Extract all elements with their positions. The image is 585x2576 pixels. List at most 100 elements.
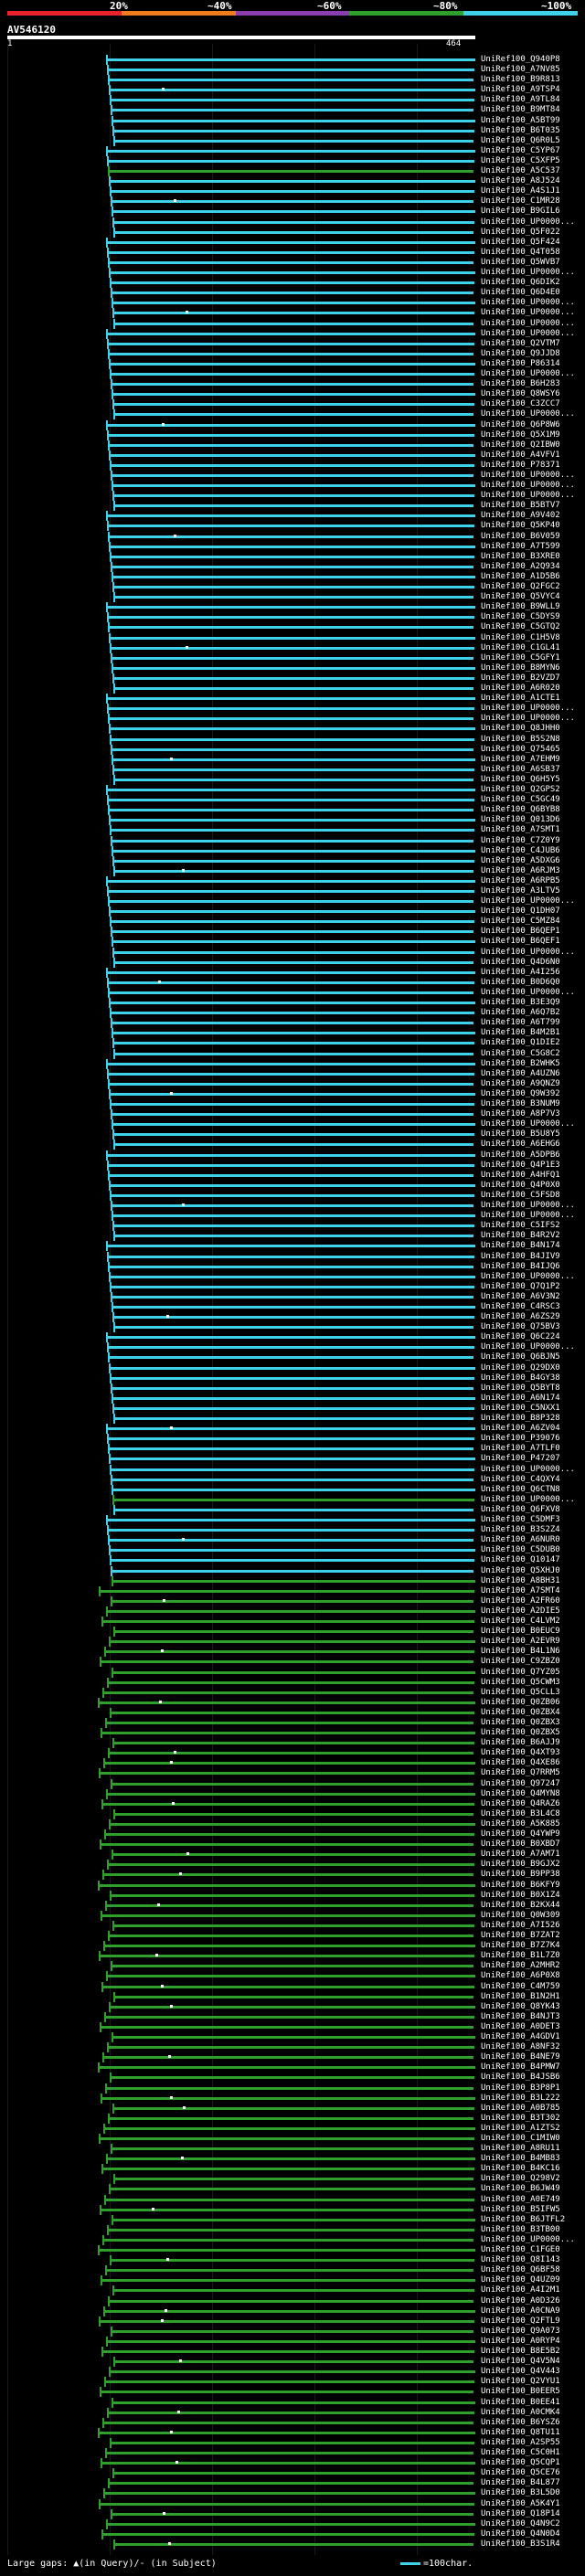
hit-label[interactable]: UniRef100_Q5XHJ0: [481, 1566, 583, 1576]
hit-row[interactable]: UniRef100_B6KFY9: [0, 1880, 585, 1891]
hit-label[interactable]: UniRef100_Q8JHH0: [481, 724, 583, 734]
hit-label[interactable]: UniRef100_Q8I143: [481, 2255, 583, 2265]
hit-label[interactable]: UniRef100_A4I256: [481, 968, 583, 978]
hit-row[interactable]: UniRef100_Q7YZ05: [0, 1667, 585, 1678]
hit-label[interactable]: UniRef100_B5S2N8: [481, 735, 583, 745]
hit-row[interactable]: UniRef100_B3NUM9: [0, 1099, 585, 1110]
hit-label[interactable]: UniRef100_B4IJQ6: [481, 1262, 583, 1272]
hit-row[interactable]: UniRef100_UP0000...: [0, 1201, 585, 1212]
hit-label[interactable]: UniRef100_Q9W392: [481, 1089, 583, 1099]
hit-row[interactable]: UniRef100_A9TL84: [0, 95, 585, 106]
hit-row[interactable]: UniRef100_B6JTFL2: [0, 2214, 585, 2225]
hit-label[interactable]: UniRef100_Q2VYU1: [481, 2377, 583, 2387]
hit-row[interactable]: UniRef100_C4JUB6: [0, 845, 585, 856]
hit-row[interactable]: UniRef100_A5DPB6: [0, 1150, 585, 1161]
hit-label[interactable]: UniRef100_A7TLF0: [481, 1444, 583, 1454]
hit-label[interactable]: UniRef100_A6RJM3: [481, 866, 583, 876]
hit-row[interactable]: UniRef100_Q8YK43: [0, 2001, 585, 2012]
hit-row[interactable]: UniRef100_Q6R0L5: [0, 135, 585, 146]
hit-row[interactable]: UniRef100_C4QXY4: [0, 1474, 585, 1485]
hit-label[interactable]: UniRef100_Q2VTM7: [481, 339, 583, 349]
hit-label[interactable]: UniRef100_B2VZD7: [481, 673, 583, 684]
hit-label[interactable]: UniRef100_C1FGE0: [481, 2245, 583, 2255]
hit-label[interactable]: UniRef100_B3P8P1: [481, 2083, 583, 2094]
hit-label[interactable]: UniRef100_A0CMK4: [481, 2408, 583, 2418]
hit-label[interactable]: UniRef100_B4R2V2: [481, 1231, 583, 1241]
hit-label[interactable]: UniRef100_B0EE41: [481, 2398, 583, 2408]
hit-row[interactable]: UniRef100_Q0ZBX5: [0, 1728, 585, 1739]
hit-label[interactable]: UniRef100_B6V059: [481, 532, 583, 542]
hit-row[interactable]: UniRef100_C1MIW0: [0, 2134, 585, 2144]
hit-label[interactable]: UniRef100_B6H283: [481, 379, 583, 389]
hit-row[interactable]: UniRef100_C4RSC3: [0, 1302, 585, 1312]
hit-label[interactable]: UniRef100_Q0W309: [481, 1911, 583, 1921]
hit-label[interactable]: UniRef100_C5DUB0: [481, 1545, 583, 1555]
hit-label[interactable]: UniRef100_B4NJT3: [481, 2012, 583, 2022]
hit-label[interactable]: UniRef100_B9PP38: [481, 1870, 583, 1880]
hit-label[interactable]: UniRef100_UP0000...: [481, 481, 583, 491]
hit-row[interactable]: UniRef100_Q2GPS2: [0, 785, 585, 796]
hit-label[interactable]: UniRef100_A4I2M1: [481, 2285, 583, 2295]
hit-label[interactable]: UniRef100_A6ZV04: [481, 1424, 583, 1434]
hit-label[interactable]: UniRef100_A4HFQ1: [481, 1171, 583, 1181]
hit-row[interactable]: UniRef100_Q29DX0: [0, 1362, 585, 1373]
hit-row[interactable]: UniRef100_Q75BV3: [0, 1322, 585, 1333]
hit-row[interactable]: UniRef100_P78371: [0, 460, 585, 471]
hit-row[interactable]: UniRef100_A5K885: [0, 1818, 585, 1829]
hit-label[interactable]: UniRef100_Q5X1M9: [481, 430, 583, 440]
hit-row[interactable]: UniRef100_C1H5V8: [0, 632, 585, 643]
hit-row[interactable]: UniRef100_C5G8C2: [0, 1048, 585, 1059]
hit-row[interactable]: UniRef100_Q6DIK2: [0, 278, 585, 289]
hit-row[interactable]: UniRef100_A6N174: [0, 1393, 585, 1404]
hit-label[interactable]: UniRef100_C5MZ84: [481, 917, 583, 927]
hit-row[interactable]: UniRef100_C4LVM2: [0, 1617, 585, 1627]
hit-row[interactable]: UniRef100_C7Z0Y9: [0, 835, 585, 846]
hit-row[interactable]: UniRef100_Q4RAZ6: [0, 1798, 585, 1809]
hit-row[interactable]: UniRef100_A4I2M1: [0, 2285, 585, 2296]
hit-row[interactable]: UniRef100_A5K4Y1: [0, 2498, 585, 2509]
hit-row[interactable]: UniRef100_B3T302: [0, 2113, 585, 2124]
hit-label[interactable]: UniRef100_P86314: [481, 359, 583, 369]
hit-label[interactable]: UniRef100_Q4MYN8: [481, 1789, 583, 1799]
hit-row[interactable]: UniRef100_B3TB00: [0, 2224, 585, 2235]
hit-row[interactable]: UniRef100_P86314: [0, 358, 585, 369]
hit-label[interactable]: UniRef100_UP0000...: [481, 1465, 583, 1475]
hit-label[interactable]: UniRef100_Q75BV3: [481, 1322, 583, 1332]
hit-row[interactable]: UniRef100_Q5F424: [0, 237, 585, 248]
hit-row[interactable]: UniRef100_B6QEF1: [0, 937, 585, 948]
hit-label[interactable]: UniRef100_Q6R0L5: [481, 136, 583, 146]
hit-label[interactable]: UniRef100_A6EHG6: [481, 1140, 583, 1150]
hit-label[interactable]: UniRef100_A7I526: [481, 1921, 583, 1931]
hit-label[interactable]: UniRef100_A6V3N2: [481, 1292, 583, 1302]
hit-label[interactable]: UniRef100_B3L4C8: [481, 1809, 583, 1819]
hit-row[interactable]: UniRef100_UP0000...: [0, 369, 585, 380]
hit-label[interactable]: UniRef100_B4MB83: [481, 2154, 583, 2164]
hit-label[interactable]: UniRef100_C4QXY4: [481, 1475, 583, 1485]
hit-row[interactable]: UniRef100_A6V3N2: [0, 1291, 585, 1302]
hit-row[interactable]: UniRef100_B4JIV9: [0, 1251, 585, 1262]
hit-label[interactable]: UniRef100_B2WHK5: [481, 1059, 583, 1069]
hit-label[interactable]: UniRef100_B7Z7K4: [481, 1941, 583, 1951]
hit-row[interactable]: UniRef100_A0CNA9: [0, 2306, 585, 2316]
hit-row[interactable]: UniRef100_C4M759: [0, 1981, 585, 1992]
hit-row[interactable]: UniRef100_UP0000...: [0, 481, 585, 492]
hit-label[interactable]: UniRef100_C7Z0Y9: [481, 836, 583, 846]
hit-row[interactable]: UniRef100_A8NF32: [0, 2042, 585, 2053]
hit-label[interactable]: UniRef100_Q6D4E0: [481, 288, 583, 298]
hit-row[interactable]: UniRef100_A6ZV04: [0, 1424, 585, 1435]
hit-row[interactable]: UniRef100_B0D6Q0: [0, 977, 585, 988]
hit-label[interactable]: UniRef100_B3S1R4: [481, 2539, 583, 2549]
hit-label[interactable]: UniRef100_A4S1J1: [481, 186, 583, 196]
hit-row[interactable]: UniRef100_C5NXX1: [0, 1403, 585, 1414]
hit-label[interactable]: UniRef100_A8P7V3: [481, 1109, 583, 1119]
hit-row[interactable]: UniRef100_Q4N0D4: [0, 2528, 585, 2539]
hit-label[interactable]: UniRef100_C1MR28: [481, 196, 583, 207]
hit-row[interactable]: UniRef100_Q9W392: [0, 1088, 585, 1099]
hit-label[interactable]: UniRef100_Q10147: [481, 1555, 583, 1565]
hit-row[interactable]: UniRef100_Q5X1M9: [0, 429, 585, 440]
hit-label[interactable]: UniRef100_UP0000...: [481, 319, 583, 329]
hit-label[interactable]: UniRef100_Q5F424: [481, 238, 583, 248]
hit-row[interactable]: UniRef100_Q4P0X0: [0, 1180, 585, 1191]
hit-label[interactable]: UniRef100_P47207: [481, 1454, 583, 1464]
hit-row[interactable]: UniRef100_A5C537: [0, 166, 585, 177]
